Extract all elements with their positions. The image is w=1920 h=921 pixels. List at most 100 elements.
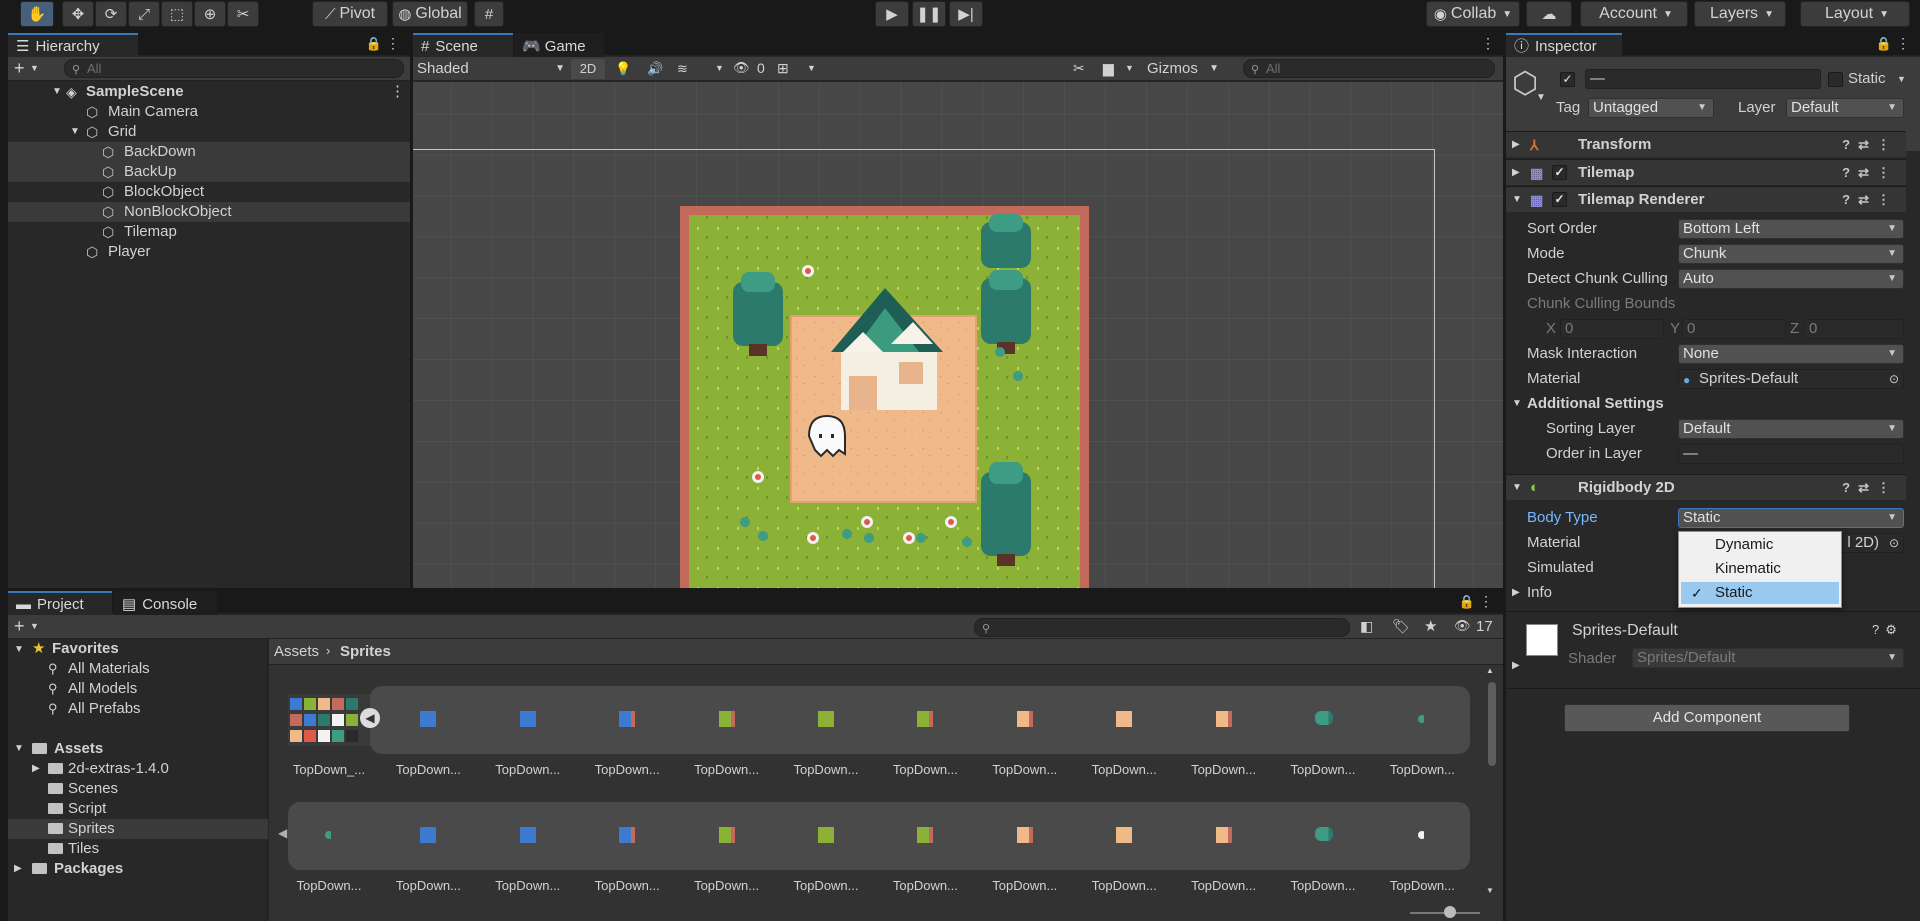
collapse-arrow-icon[interactable]: ▼ (1512, 393, 1522, 415)
shader-dropdown[interactable]: Sprites/Default ▼ (1632, 648, 1904, 668)
expand-arrow-icon[interactable]: ▼ (52, 82, 62, 102)
asset-folder-item[interactable]: Script (68, 799, 106, 819)
scrollbar-thumb[interactable] (1488, 682, 1496, 766)
option-dynamic[interactable]: Dynamic (1679, 534, 1841, 556)
hierarchy-item[interactable]: ⬡ NonBlockObject (8, 202, 410, 222)
sprite-label[interactable]: TopDown... (778, 762, 874, 777)
pivot-toggle[interactable]: ⟋ Pivot (312, 1, 388, 27)
slider-handle[interactable] (1444, 906, 1456, 918)
mask-interaction-dropdown[interactable]: None ▼ (1678, 344, 1904, 364)
sprite-label[interactable]: TopDown... (679, 762, 775, 777)
sprite-thumbnail-icon[interactable] (619, 711, 636, 727)
sprite-label[interactable]: TopDown... (480, 762, 576, 777)
collapse-arrow-icon[interactable]: ▼ (14, 739, 24, 759)
hierarchy-item[interactable]: ⬡ Main Camera (8, 102, 410, 122)
sprite-thumbnail-icon[interactable] (718, 711, 735, 727)
sprite-thumbnail-icon[interactable] (619, 827, 636, 843)
component-actions[interactable]: ?⇄⋮ (1842, 475, 1898, 501)
sprite-label[interactable]: TopDown... (1275, 878, 1371, 893)
material-help-settings-icons[interactable]: ?⚙ (1872, 622, 1903, 638)
sprite-thumbnail-icon[interactable] (1016, 827, 1033, 843)
kebab-menu-icon[interactable]: ⋮ (1479, 593, 1493, 610)
sprite-label[interactable]: TopDown_... (281, 762, 377, 777)
tab-scene[interactable]: # Scene (413, 33, 513, 57)
camera-icon[interactable]: ▆ (1103, 60, 1114, 77)
sorting-layer-dropdown[interactable]: Default ▼ (1678, 419, 1904, 439)
sprite-label[interactable]: TopDown... (977, 878, 1073, 893)
grid-toggle-icon[interactable]: ⊞ (777, 60, 789, 77)
sprite-label[interactable]: TopDown... (1176, 878, 1272, 893)
collapse-sprites-icon[interactable]: ◀ (360, 708, 380, 728)
assets-folder[interactable]: Assets (54, 739, 103, 759)
expand-sprites-icon[interactable]: ◀ (278, 826, 287, 840)
breadcrumb-assets[interactable]: Assets (274, 643, 319, 660)
hierarchy-item[interactable]: ⬡ BackUp (8, 162, 410, 182)
sprite-thumbnail-icon[interactable] (519, 711, 536, 727)
sprite-label[interactable]: TopDown... (977, 762, 1073, 777)
renderer-enabled-checkbox[interactable]: ✓ (1552, 192, 1567, 207)
asset-folder-item[interactable]: 2d-extras-1.4.0 (68, 759, 169, 779)
body-type-dropdown[interactable]: Static ▼ (1678, 508, 1904, 528)
sprite-thumbnail-icon[interactable] (917, 711, 934, 727)
sprite-thumbnail-icon[interactable] (1016, 711, 1033, 727)
sprite-label[interactable]: TopDown... (679, 878, 775, 893)
bounds-y-field[interactable]: 0 (1682, 319, 1786, 339)
rect-tool-icon[interactable]: ⬚ (161, 1, 193, 27)
sprite-label[interactable]: TopDown... (877, 878, 973, 893)
cloud-button[interactable]: ☁ (1526, 1, 1572, 27)
info-foldout[interactable]: Info (1527, 582, 1552, 604)
chevron-down-icon[interactable]: ▼ (807, 63, 816, 73)
lighting-icon[interactable]: 💡 (615, 61, 631, 77)
favorite-star-icon[interactable]: ★ (1424, 617, 1437, 635)
custom-tool-icon[interactable]: ✂ (227, 1, 259, 27)
sprite-label[interactable]: TopDown... (1076, 762, 1172, 777)
project-search-input[interactable]: ⚲ (974, 618, 1350, 637)
sprite-thumbnail-icon[interactable] (917, 827, 934, 843)
tab-game[interactable]: 🎮 Game (514, 33, 604, 57)
component-actions[interactable]: ?⇄⋮ (1842, 132, 1898, 158)
kebab-menu-icon[interactable]: ⋮ (386, 35, 400, 52)
detect-culling-dropdown[interactable]: Auto ▼ (1678, 269, 1904, 289)
tab-hierarchy[interactable]: ☰ Hierarchy (8, 33, 138, 57)
favorite-item[interactable]: All Models (68, 679, 137, 699)
create-plus-icon[interactable]: + (14, 58, 25, 79)
favorites-foldout[interactable]: Favorites (52, 639, 119, 659)
visibility-icon[interactable]: 👁 (733, 60, 750, 76)
sprite-thumbnail-icon[interactable] (1215, 827, 1232, 843)
scene-search-input[interactable]: ⚲ All (1243, 59, 1495, 78)
transform-tool-icon[interactable]: ⊕ (194, 1, 226, 27)
hierarchy-item[interactable]: ⬡ BlockObject (8, 182, 410, 202)
hidden-packages-icon[interactable]: 👁 (1454, 618, 1471, 634)
collab-dropdown[interactable]: ◉ Collab ▼ (1426, 1, 1520, 27)
sprite-label[interactable]: TopDown... (877, 762, 973, 777)
move-tool-icon[interactable]: ✥ (62, 1, 94, 27)
collapse-arrow-icon[interactable]: ▼ (14, 640, 24, 660)
global-toggle[interactable]: ◍ Global (392, 1, 468, 27)
asset-folder-item[interactable]: Scenes (68, 779, 118, 799)
sprite-label[interactable]: TopDown... (1275, 762, 1371, 777)
chevron-down-icon[interactable]: ▼ (30, 621, 39, 631)
kebab-menu-icon[interactable]: ⋮ (390, 82, 405, 102)
sprite-thumbnail-icon[interactable] (1315, 711, 1333, 725)
scene-viewport[interactable] (413, 82, 1503, 588)
kebab-menu-icon[interactable]: ⋮ (1481, 35, 1495, 52)
chevron-down-icon[interactable]: ▼ (1536, 92, 1546, 103)
sprite-thumbnail-icon[interactable] (519, 827, 536, 843)
tag-dropdown[interactable]: Untagged ▼ (1588, 98, 1714, 118)
lock-icon[interactable]: 🔒 (1876, 36, 1892, 52)
expand-arrow-icon[interactable]: ▶ (32, 759, 40, 779)
bounds-z-field[interactable]: 0 (1804, 319, 1904, 339)
scroll-up-icon[interactable]: ▲ (1486, 666, 1494, 675)
bounds-x-field[interactable]: 0 (1560, 319, 1664, 339)
2d-toggle[interactable]: 2D (571, 59, 605, 79)
sprite-thumbnail-icon[interactable] (818, 827, 834, 843)
hierarchy-item[interactable]: ⬡ Tilemap (8, 222, 410, 242)
sprite-label[interactable]: TopDown... (480, 878, 576, 893)
account-dropdown[interactable]: Account ▼ (1580, 1, 1688, 27)
lock-icon[interactable]: 🔒 (1459, 594, 1475, 610)
rigidbody2d-component-header[interactable]: ▼ ◐ Rigidbody 2D ?⇄⋮ (1506, 474, 1906, 500)
tilemap-renderer-component-header[interactable]: ▼ ▦ ✓ Tilemap Renderer ?⇄⋮ (1506, 186, 1906, 212)
tilemap-enabled-checkbox[interactable]: ✓ (1552, 165, 1567, 180)
grid-snap-button[interactable]: # (474, 1, 504, 27)
add-component-button[interactable]: Add Component (1564, 704, 1850, 732)
